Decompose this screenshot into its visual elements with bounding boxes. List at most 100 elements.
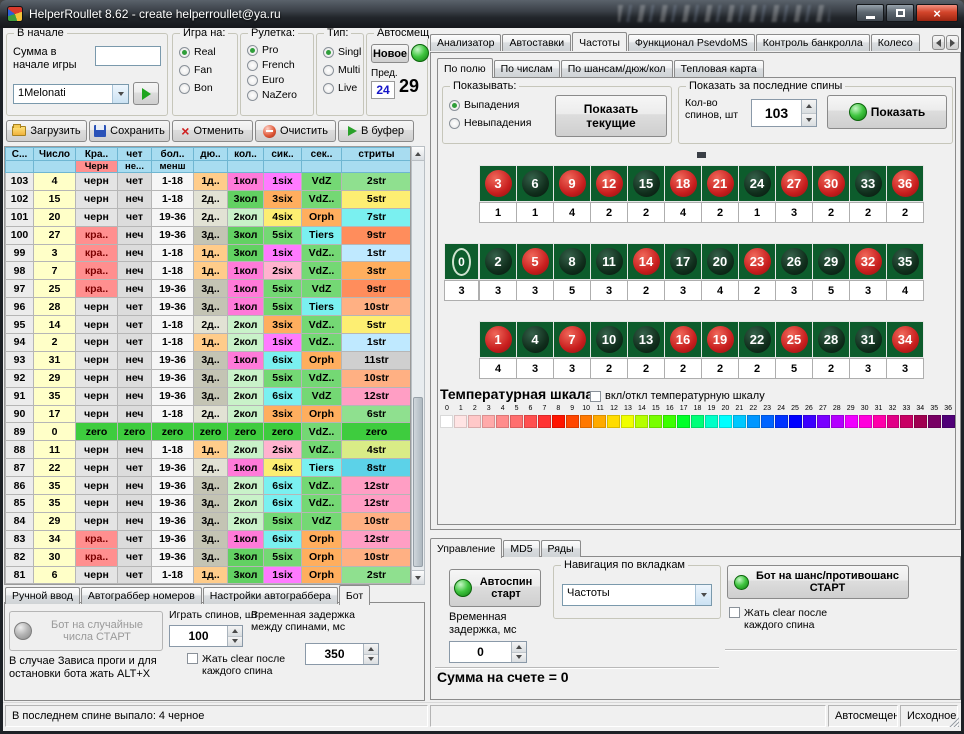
radio-euro[interactable]: Euro — [247, 74, 297, 86]
history-row[interactable]: 9135черннеч19-363д..2кол6sixVdZ12str — [6, 387, 412, 405]
radio-real[interactable]: Real — [179, 46, 216, 58]
show-current-button[interactable]: Показать текущие — [555, 95, 667, 137]
title-bar[interactable]: HelperRoullet 8.62 - create helperroulle… — [0, 0, 964, 28]
history-row[interactable]: 9514чернчет1-182д..2кол3sixVdZ..5str — [6, 316, 412, 334]
history-row[interactable]: 9331черннеч19-363д..1кол6sixOrph11str — [6, 351, 412, 369]
maximize-button[interactable] — [886, 4, 914, 22]
field-number-27[interactable]: 27 — [775, 165, 813, 202]
column-header[interactable]: не... — [118, 161, 152, 173]
column-header[interactable]: кол.. — [228, 148, 264, 161]
field-number-0[interactable]: 0 — [444, 243, 479, 280]
temperature-toggle[interactable]: вкл/откл температурную шкалу — [590, 390, 765, 402]
field-number-28[interactable]: 28 — [812, 321, 850, 358]
radio-pro[interactable]: Pro — [247, 44, 297, 56]
field-number-7[interactable]: 7 — [553, 321, 591, 358]
field-number-12[interactable]: 12 — [590, 165, 628, 202]
field-number-16[interactable]: 16 — [664, 321, 702, 358]
field-number-17[interactable]: 17 — [664, 243, 702, 280]
field-number-34[interactable]: 34 — [886, 321, 924, 358]
start-sum-input[interactable] — [95, 46, 161, 66]
tab-частоты[interactable]: Частоты — [572, 32, 627, 51]
field-number-18[interactable]: 18 — [664, 165, 702, 202]
spin-up-button[interactable] — [364, 644, 378, 655]
minimize-button[interactable] — [856, 4, 884, 22]
tab-функционал-psevdoms[interactable]: Функционал PsevdoMS — [628, 34, 755, 51]
spins-stepper[interactable]: 100 — [169, 625, 243, 647]
field-number-22[interactable]: 22 — [738, 321, 776, 358]
history-row[interactable]: 8635черннеч19-363д..2кол6sixVdZ..12str — [6, 477, 412, 495]
tab-анализатор[interactable]: Анализатор — [430, 34, 501, 51]
tab-бот[interactable]: Бот — [339, 585, 370, 605]
scroll-down-icon[interactable] — [412, 570, 424, 584]
column-header[interactable] — [302, 161, 342, 173]
tab-по-полю[interactable]: По полю — [437, 58, 493, 78]
history-row[interactable]: 8429черннеч19-363д..2кол5sixVdZ10str — [6, 512, 412, 530]
tab-управление[interactable]: Управление — [430, 538, 502, 558]
radio-live[interactable]: Live — [323, 82, 361, 94]
tab-тепловая-карта[interactable]: Тепловая карта — [674, 60, 764, 77]
chance-bot-button[interactable]: Бот на шанс/противошанс СТАРТ — [727, 565, 909, 599]
show-button[interactable]: Показать — [827, 95, 947, 129]
play-button[interactable] — [133, 82, 159, 105]
history-row[interactable]: 942чернчет1-181д..2кол1sixVdZ..1str — [6, 334, 412, 352]
field-number-1[interactable]: 1 — [479, 321, 517, 358]
history-scrollbar[interactable] — [411, 146, 425, 585]
spin-down-button[interactable] — [364, 655, 378, 665]
radio-nazero[interactable]: NaZero — [247, 89, 297, 101]
column-header[interactable] — [228, 161, 264, 173]
history-row[interactable]: 9725кра..неч19-363д..1кол5sixVdZ9str — [6, 280, 412, 298]
tab-scroll-left-button[interactable] — [932, 35, 945, 50]
field-number-35[interactable]: 35 — [886, 243, 924, 280]
column-header[interactable]: бол.. — [152, 148, 194, 161]
control-clear-checkbox[interactable]: Жать clear после каждого спина — [729, 607, 848, 631]
resize-grip[interactable] — [949, 717, 959, 727]
history-row[interactable]: 10027кра..неч19-363д..3кол5sixTiers9str — [6, 226, 412, 244]
chevron-down-icon[interactable] — [112, 85, 128, 103]
column-header[interactable]: стриты — [342, 148, 412, 161]
field-number-23[interactable]: 23 — [738, 243, 776, 280]
column-header[interactable] — [34, 161, 76, 173]
field-number-10[interactable]: 10 — [590, 321, 628, 358]
radio-невыпадения[interactable]: Невыпадения — [449, 117, 531, 129]
column-header[interactable]: сек.. — [302, 148, 342, 161]
control-delay-stepper[interactable]: 0 — [449, 641, 527, 663]
history-row[interactable]: 8230кра..чет19-363д..3кол5sixOrph10str — [6, 548, 412, 566]
nav-combobox[interactable]: Частоты — [562, 584, 712, 606]
copy-buffer-button[interactable]: В буфер — [338, 120, 414, 142]
save-button[interactable]: Сохранить — [89, 120, 170, 142]
history-row[interactable]: 993кра..неч1-181д..3кол1sixVdZ..1str — [6, 244, 412, 262]
history-table[interactable]: С...ЧислоКра..четбол..дю..кол..сик..сек.… — [4, 146, 411, 585]
history-row[interactable]: 1034чернчет1-181д..1кол1sixVdZ2str — [6, 173, 412, 191]
close-button[interactable]: × — [916, 4, 958, 22]
column-header[interactable] — [6, 161, 34, 173]
field-number-31[interactable]: 31 — [849, 321, 887, 358]
history-row[interactable]: 9229черннеч19-363д..2кол5sixVdZ..10str — [6, 369, 412, 387]
tab-колесо[interactable]: Колесо — [871, 34, 920, 51]
history-row[interactable]: 8722чернчет19-362д..1кол4sixTiers8str — [6, 459, 412, 477]
bot-clear-checkbox[interactable]: Жать clear после каждого спина — [187, 653, 296, 677]
tab-контроль-банкролла[interactable]: Контроль банкролла — [756, 34, 870, 51]
history-row[interactable]: 10120чернчет19-362д..2кол4sixOrph7str — [6, 208, 412, 226]
tab-по-шансам-дюж-кол[interactable]: По шансам/дюж/кол — [561, 60, 673, 77]
field-number-33[interactable]: 33 — [849, 165, 887, 202]
chevron-down-icon[interactable] — [695, 585, 711, 605]
history-row[interactable]: 987кра..неч1-181д..1кол2sixVdZ..3str — [6, 262, 412, 280]
field-number-36[interactable]: 36 — [886, 165, 924, 202]
tab-по-числам[interactable]: По числам — [494, 60, 560, 77]
history-row[interactable]: 9017черннеч1-182д..2кол3sixOrph6str — [6, 405, 412, 423]
clear-button[interactable]: Очистить — [255, 120, 336, 142]
column-header[interactable]: Число — [34, 148, 76, 161]
field-number-4[interactable]: 4 — [516, 321, 554, 358]
tab-ряды[interactable]: Ряды — [541, 540, 581, 557]
field-number-9[interactable]: 9 — [553, 165, 591, 202]
tab-ручной-ввод[interactable]: Ручной ввод — [5, 587, 80, 604]
column-header[interactable]: сик.. — [264, 148, 302, 161]
radio-multi[interactable]: Multi — [323, 64, 361, 76]
column-header[interactable]: дю.. — [194, 148, 228, 161]
radio-bon[interactable]: Bon — [179, 82, 216, 94]
field-number-25[interactable]: 25 — [775, 321, 813, 358]
field-number-32[interactable]: 32 — [849, 243, 887, 280]
history-row[interactable]: 10215черннеч1-182д..3кол3sixVdZ..5str — [6, 190, 412, 208]
field-number-2[interactable]: 2 — [479, 243, 517, 280]
field-number-29[interactable]: 29 — [812, 243, 850, 280]
